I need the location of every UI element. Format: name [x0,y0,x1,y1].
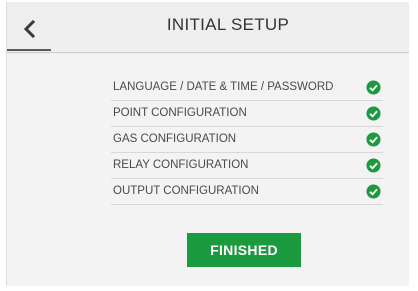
setup-step-gas[interactable]: GAS CONFIGURATION [111,127,383,153]
back-button[interactable] [17,16,41,42]
finished-button[interactable]: FINISHED [187,233,301,267]
setup-step-output[interactable]: OUTPUT CONFIGURATION [111,179,383,205]
setup-step-list: LANGUAGE / DATE & TIME / PASSWORD POINT … [111,75,383,205]
setup-screen: INITIAL SETUP LANGUAGE / DATE & TIME / P… [6,2,409,286]
setup-step-label: OUTPUT CONFIGURATION [113,185,259,197]
check-circle-icon [366,158,381,173]
setup-step-language[interactable]: LANGUAGE / DATE & TIME / PASSWORD [111,75,383,101]
header-bar: INITIAL SETUP [7,2,409,54]
check-circle-icon [366,184,381,199]
check-circle-icon [366,80,381,95]
page-title: INITIAL SETUP [166,15,290,34]
setup-step-label: GAS CONFIGURATION [113,133,237,145]
setup-step-label: POINT CONFIGURATION [113,107,247,119]
header-divider [7,52,409,53]
back-button-underline [7,49,51,51]
setup-step-label: LANGUAGE / DATE & TIME / PASSWORD [113,81,334,93]
setup-step-relay[interactable]: RELAY CONFIGURATION [111,153,383,179]
setup-step-point[interactable]: POINT CONFIGURATION [111,101,383,127]
check-circle-icon [366,132,381,147]
setup-step-label: RELAY CONFIGURATION [113,159,249,171]
check-circle-icon [366,106,381,121]
chevron-left-icon [23,20,35,38]
